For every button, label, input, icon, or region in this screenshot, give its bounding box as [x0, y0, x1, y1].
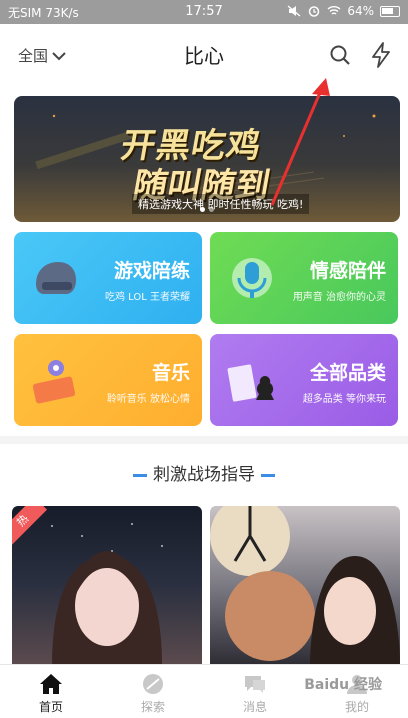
- chess-cards-icon: [227, 364, 274, 402]
- music-icon: [32, 360, 76, 404]
- search-icon[interactable]: [329, 44, 351, 66]
- card-title: 全部品类: [309, 362, 386, 384]
- category-card-emotional-company[interactable]: 情感陪伴 用声音 治愈你的心灵: [210, 232, 398, 324]
- tab-label: 消息: [242, 700, 267, 714]
- helmet-icon: [36, 262, 76, 294]
- card-subtitle: 超多品类 等你来玩: [302, 394, 386, 405]
- tab-label: 探索: [140, 700, 165, 714]
- coach-card-1[interactable]: 热: [12, 506, 202, 666]
- section-heading: 刺激战场指导: [0, 460, 408, 485]
- pager-dot[interactable]: [209, 207, 214, 212]
- explore-icon: [143, 674, 163, 694]
- section-heading-text: 刺激战场指导: [153, 465, 255, 485]
- heading-bar-right: [261, 473, 275, 477]
- banner-pager: [14, 197, 400, 216]
- home-content: 开黑吃鸡 随叫随到 精选游戏大神 即时任性畅玩 吃鸡! 游戏陪练 吃鸡 LOL …: [0, 86, 408, 666]
- home-icon: [40, 674, 62, 694]
- coach-card-2[interactable]: [210, 506, 400, 666]
- top-header: 全国 比心: [0, 24, 408, 86]
- wifi-icon: [327, 6, 341, 15]
- card-title: 音乐: [151, 362, 190, 384]
- status-bar: 无SIM 73K/s 17:57 64%: [0, 0, 408, 24]
- card-subtitle: 用声音 治愈你的心灵: [292, 292, 386, 303]
- microphone-icon: [232, 258, 272, 298]
- card-subtitle: 聆听音乐 放松心情: [106, 394, 190, 405]
- card-title: 游戏陪练: [113, 260, 190, 282]
- message-icon: [245, 676, 265, 693]
- card-subtitle: 吃鸡 LOL 王者荣耀: [104, 292, 190, 303]
- heading-bar-left: [133, 473, 147, 477]
- lightning-icon[interactable]: [370, 42, 392, 68]
- category-card-music[interactable]: 音乐 聆听音乐 放松心情: [14, 334, 202, 426]
- category-card-game-coach[interactable]: 游戏陪练 吃鸡 LOL 王者荣耀: [14, 232, 202, 324]
- mute-icon: [287, 5, 301, 17]
- coach-photo-1: [51, 523, 163, 666]
- battery-icon: [380, 5, 400, 17]
- tab-home[interactable]: 首页: [0, 665, 102, 718]
- card-title: 情感陪伴: [309, 260, 386, 282]
- tab-label: 首页: [38, 700, 63, 714]
- pager-dot[interactable]: [200, 207, 205, 212]
- tab-messages[interactable]: 消息: [204, 665, 306, 718]
- tab-label: 我的: [344, 700, 369, 714]
- section-divider: [0, 436, 408, 444]
- battery-percent: 64%: [347, 4, 374, 18]
- alarm-icon: [309, 6, 320, 17]
- status-indicators: 64%: [287, 4, 400, 18]
- coach-photo-2: [210, 506, 400, 666]
- category-card-all[interactable]: 全部品类 超多品类 等你来玩: [210, 334, 398, 426]
- tab-explore[interactable]: 探索: [102, 665, 204, 718]
- baidu-watermark: Baidu 经验: [304, 677, 382, 693]
- promo-banner[interactable]: 开黑吃鸡 随叫随到 精选游戏大神 即时任性畅玩 吃鸡!: [14, 96, 400, 222]
